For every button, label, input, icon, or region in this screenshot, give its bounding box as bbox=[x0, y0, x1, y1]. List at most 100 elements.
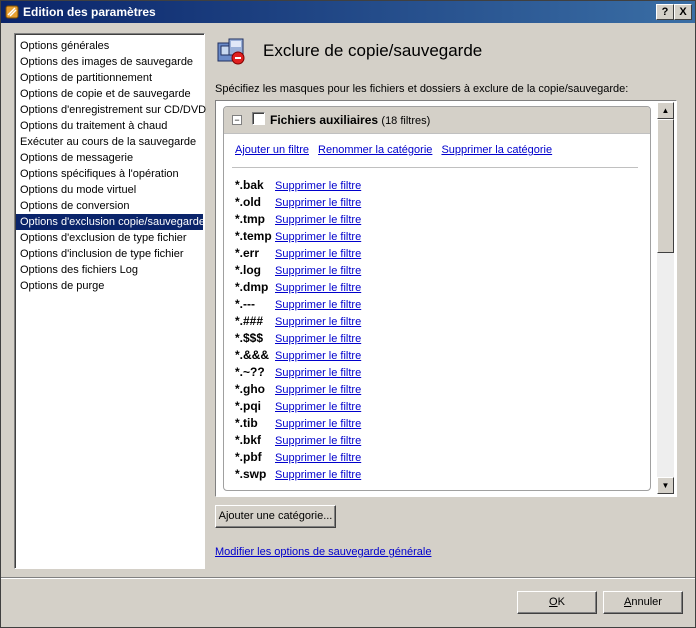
remove-filter-link[interactable]: Supprimer le filtre bbox=[275, 248, 361, 260]
filter-mask: *.tmp bbox=[235, 212, 265, 226]
filter-row: *.### Supprimer le filtre bbox=[235, 313, 361, 330]
filter-row: *.pqi Supprimer le filtre bbox=[235, 398, 361, 415]
remove-filter-link[interactable]: Supprimer le filtre bbox=[275, 333, 361, 345]
cancel-label-rest: nnuler bbox=[631, 596, 662, 608]
remove-filter-link[interactable]: Supprimer le filtre bbox=[275, 418, 361, 430]
ok-label-rest: K bbox=[557, 596, 565, 608]
filter-row: *.err Supprimer le filtre bbox=[235, 245, 361, 262]
filter-mask: *.pqi bbox=[235, 399, 261, 413]
filter-row: *.swp Supprimer le filtre bbox=[235, 466, 361, 483]
sidebar-item[interactable]: Options de purge bbox=[16, 278, 203, 294]
category-checkbox[interactable] bbox=[252, 112, 265, 125]
filter-mask: *.dmp bbox=[235, 280, 269, 294]
filter-row: *.--- Supprimer le filtre bbox=[235, 296, 361, 313]
filter-row: *.$$$ Supprimer le filtre bbox=[235, 330, 361, 347]
sidebar-item[interactable]: Options des fichiers Log bbox=[16, 262, 203, 278]
filter-mask: *.### bbox=[235, 314, 264, 328]
filter-list: *.bak Supprimer le filtre *.old Supprimer l… bbox=[235, 177, 361, 483]
filter-row: *.pbf Supprimer le filtre bbox=[235, 449, 361, 466]
filter-row: *.bak Supprimer le filtre bbox=[235, 177, 361, 194]
filter-mask: *.temp bbox=[235, 229, 272, 243]
filter-mask: *.swp bbox=[235, 467, 267, 481]
remove-filter-link[interactable]: Supprimer le filtre bbox=[275, 367, 361, 379]
scroll-down-button[interactable]: ▼ bbox=[657, 477, 674, 494]
vertical-scrollbar[interactable]: ▲ ▼ bbox=[657, 102, 674, 494]
sidebar-item[interactable]: Options d'enregistrement sur CD/DVD bbox=[16, 102, 206, 118]
filter-row: *.dmp Supprimer le filtre bbox=[235, 279, 361, 296]
sidebar-item[interactable]: Exécuter au cours de la sauvegarde bbox=[16, 134, 203, 150]
sidebar-item[interactable]: Options d'exclusion de type fichier bbox=[16, 230, 203, 246]
close-button[interactable]: X bbox=[674, 4, 692, 20]
remove-filter-link[interactable]: Supprimer le filtre bbox=[275, 452, 361, 464]
exclusion-panel: − Fichiers auxiliaires (18 filtres) Ajou… bbox=[215, 100, 677, 497]
category-actions: Ajouter un filtre Renommer la catégorie … bbox=[235, 144, 558, 156]
page-title: Exclure de copie/sauvegarde bbox=[263, 41, 483, 60]
title-bar: Edition des paramètres ? X bbox=[1, 1, 695, 23]
add-category-button[interactable]: Ajouter une catégorie... bbox=[215, 505, 336, 528]
filter-row: *.bkf Supprimer le filtre bbox=[235, 432, 361, 449]
filter-mask: *.bkf bbox=[235, 433, 262, 447]
sidebar-item[interactable]: Options du traitement à chaud bbox=[16, 118, 203, 134]
sidebar-item[interactable]: Options de copie et de sauvegarde bbox=[16, 86, 203, 102]
remove-filter-link[interactable]: Supprimer le filtre bbox=[275, 469, 361, 481]
add-filter-link[interactable]: Ajouter un filtre bbox=[235, 144, 309, 156]
filter-mask: *.$$$ bbox=[235, 331, 264, 345]
filter-mask: *.old bbox=[235, 195, 261, 209]
sidebar-item[interactable]: Options des images de sauvegarde bbox=[16, 54, 203, 70]
sidebar-item[interactable]: Options d'exclusion copie/sauvegarde bbox=[16, 214, 205, 230]
filter-mask: *.&&& bbox=[235, 348, 270, 362]
instruction-text: Spécifiez les masques pour les fichiers … bbox=[215, 83, 629, 95]
remove-filter-link[interactable]: Supprimer le filtre bbox=[275, 265, 361, 277]
filter-mask: *.tib bbox=[235, 416, 258, 430]
cancel-button[interactable]: Annuler bbox=[603, 591, 683, 614]
separator bbox=[232, 167, 638, 168]
sidebar-item[interactable]: Options d'inclusion de type fichier bbox=[16, 246, 203, 262]
collapse-icon[interactable]: − bbox=[232, 115, 242, 125]
filter-mask: *.bak bbox=[235, 178, 264, 192]
filter-row: *.gho Supprimer le filtre bbox=[235, 381, 361, 398]
scroll-thumb[interactable] bbox=[657, 119, 674, 253]
sidebar-item[interactable]: Options spécifiques à l'opération bbox=[16, 166, 203, 182]
filter-row: *.tib Supprimer le filtre bbox=[235, 415, 361, 432]
footer-divider bbox=[1, 577, 695, 579]
category-box: − Fichiers auxiliaires (18 filtres) Ajou… bbox=[223, 106, 651, 491]
scroll-up-button[interactable]: ▲ bbox=[657, 102, 674, 119]
remove-filter-link[interactable]: Supprimer le filtre bbox=[275, 299, 361, 311]
remove-filter-link[interactable]: Supprimer le filtre bbox=[275, 180, 361, 192]
filter-mask: *.err bbox=[235, 246, 260, 260]
category-count: (18 filtres) bbox=[381, 115, 431, 127]
remove-filter-link[interactable]: Supprimer le filtre bbox=[275, 214, 361, 226]
remove-filter-link[interactable]: Supprimer le filtre bbox=[275, 350, 361, 362]
backup-exclude-icon bbox=[217, 38, 245, 65]
category-header: − Fichiers auxiliaires (18 filtres) bbox=[224, 107, 650, 134]
filter-row: *.temp Supprimer le filtre bbox=[235, 228, 361, 245]
remove-filter-link[interactable]: Supprimer le filtre bbox=[275, 197, 361, 209]
sidebar-item[interactable]: Options de messagerie bbox=[16, 150, 203, 166]
rename-category-link[interactable]: Renommer la catégorie bbox=[318, 144, 432, 156]
ok-button[interactable]: OK bbox=[517, 591, 597, 614]
filter-row: *.~?? Supprimer le filtre bbox=[235, 364, 361, 381]
help-button[interactable]: ? bbox=[656, 4, 674, 20]
filter-mask: *.--- bbox=[235, 297, 255, 311]
remove-filter-link[interactable]: Supprimer le filtre bbox=[275, 282, 361, 294]
remove-filter-link[interactable]: Supprimer le filtre bbox=[275, 384, 361, 396]
modify-general-options-link[interactable]: Modifier les options de sauvegarde génér… bbox=[215, 546, 431, 558]
category-name-text: Fichiers auxiliaires bbox=[270, 113, 379, 127]
filter-mask: *.gho bbox=[235, 382, 265, 396]
app-icon bbox=[5, 5, 19, 19]
filter-mask: *.pbf bbox=[235, 450, 262, 464]
filter-row: *.old Supprimer le filtre bbox=[235, 194, 361, 211]
sidebar-item[interactable]: Options générales bbox=[16, 38, 203, 54]
remove-filter-link[interactable]: Supprimer le filtre bbox=[275, 401, 361, 413]
window-title: Edition des paramètres bbox=[23, 5, 156, 19]
sidebar-item[interactable]: Options de conversion bbox=[16, 198, 203, 214]
remove-filter-link[interactable]: Supprimer le filtre bbox=[275, 316, 361, 328]
delete-category-link[interactable]: Supprimer la catégorie bbox=[441, 144, 552, 156]
remove-filter-link[interactable]: Supprimer le filtre bbox=[275, 231, 361, 243]
ok-accel: O bbox=[549, 596, 558, 608]
sidebar-item[interactable]: Options de partitionnement bbox=[16, 70, 203, 86]
remove-filter-link[interactable]: Supprimer le filtre bbox=[275, 435, 361, 447]
category-name: Fichiers auxiliaires (18 filtres) bbox=[270, 113, 430, 127]
options-list: Options générales Options des images de s… bbox=[14, 33, 206, 569]
sidebar-item[interactable]: Options du mode virtuel bbox=[16, 182, 203, 198]
